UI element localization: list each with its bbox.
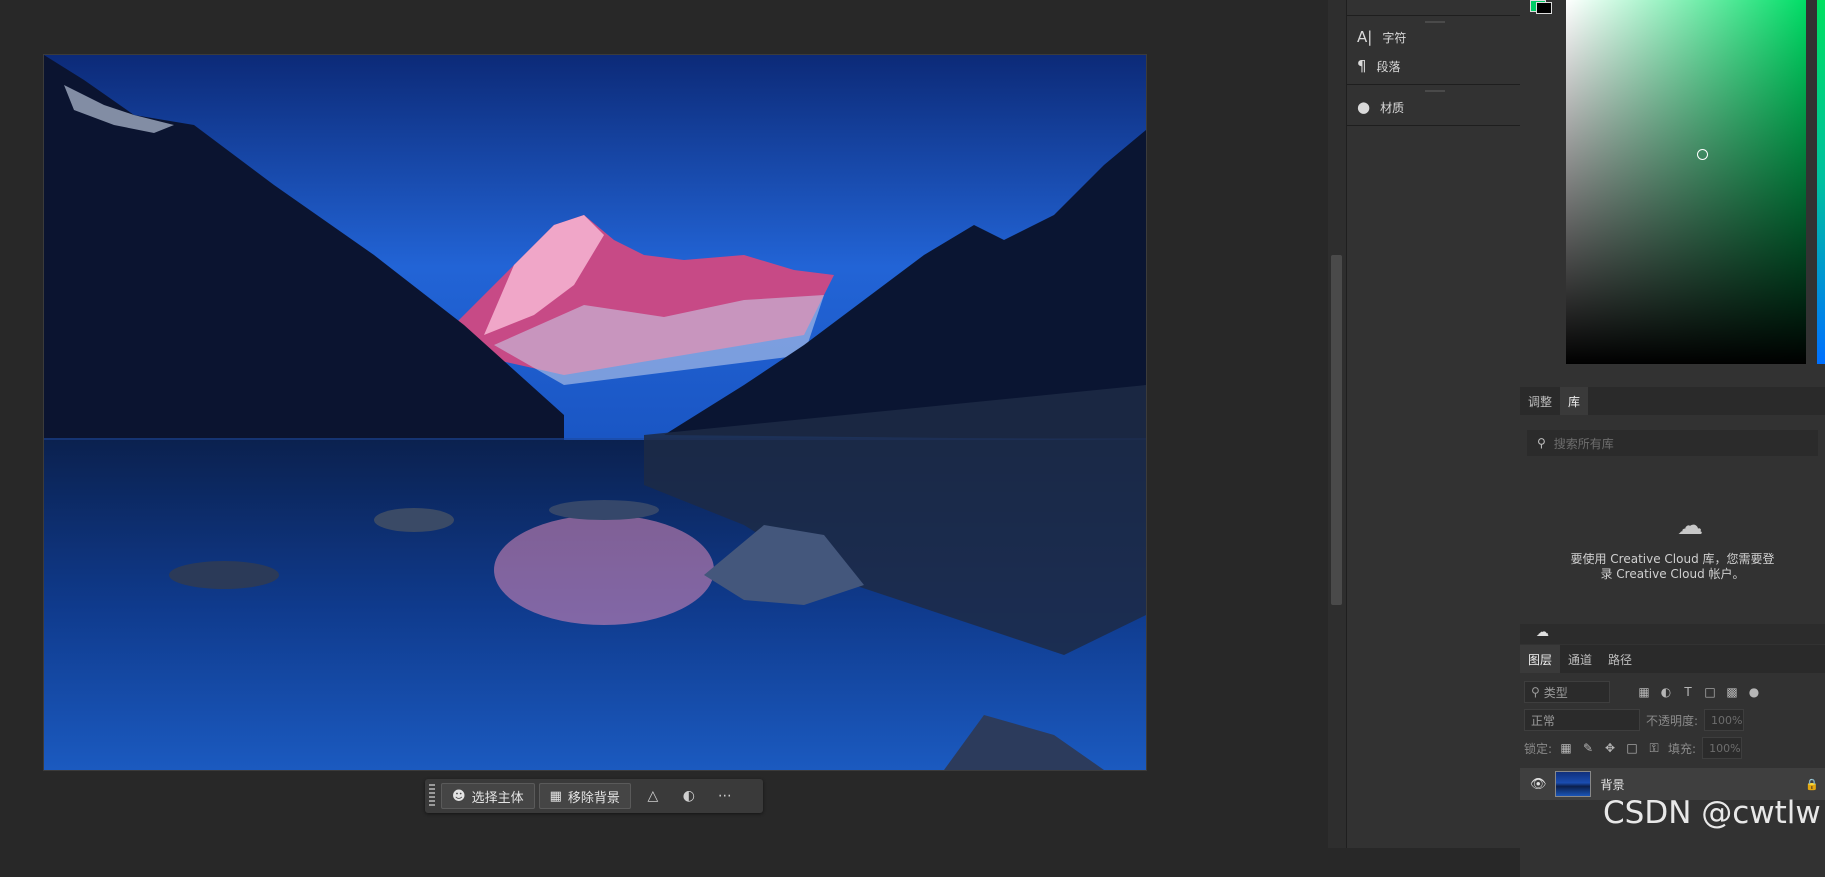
paragraph-label: 段落 (1376, 59, 1401, 74)
panel-dock: A| 字符 ¶ 段落 ● 材质 (1346, 0, 1522, 848)
right-panels: 调整 库 ⚲ 搜索所有库 ☁ 要使用 Creative Cloud 库，您需要登… (1520, 0, 1825, 877)
library-footer: ☁ (1520, 624, 1825, 644)
opacity-field[interactable]: 100% (1704, 709, 1745, 731)
canvas-area[interactable]: ☻ 选择主体 ▦ 移除背景 △ ◐ ⋯ (0, 0, 1328, 848)
adjustment-filter-icon[interactable]: ◐ (1658, 685, 1674, 699)
tab-channels[interactable]: 通道 (1560, 645, 1600, 673)
tab-paths[interactable]: 路径 (1600, 645, 1640, 673)
color-picker-field[interactable] (1566, 0, 1806, 364)
material-label: 材质 (1380, 100, 1405, 115)
background-color-swatch[interactable] (1536, 2, 1552, 14)
fill-field[interactable]: 100% (1702, 737, 1743, 759)
mountain-lake-photo (44, 55, 1146, 770)
creative-cloud-icon: ☁ (1677, 511, 1703, 541)
watermark-text: CSDN @cwtlw (1603, 795, 1821, 831)
divider (1347, 125, 1521, 126)
blend-mode-value: 正常 (1531, 713, 1556, 728)
message-line-2: 录 Creative Cloud 帐户。 (1600, 567, 1745, 581)
filter-toggle-icon[interactable]: ● (1746, 685, 1762, 699)
contextual-task-bar: ☻ 选择主体 ▦ 移除背景 △ ◐ ⋯ (425, 779, 763, 813)
adjust-library-tabs: 调整 库 (1520, 387, 1825, 415)
library-search-placeholder: 搜索所有库 (1553, 436, 1614, 451)
person-icon: ☻ (452, 788, 466, 804)
tab-layers[interactable]: 图层 (1520, 645, 1561, 673)
divider (1347, 84, 1521, 85)
layer-thumbnail (1554, 771, 1591, 797)
lock-row: 锁定: ▦ ✎ ✥ □ ⚿ 填充: 100% (1524, 737, 1821, 759)
transform-icon[interactable]: △ (635, 783, 671, 809)
library-signin-message: 要使用 Creative Cloud 库，您需要登 录 Creative Clo… (1520, 552, 1825, 582)
tab-libraries[interactable]: 库 (1560, 387, 1589, 415)
fill-value: 100% (1709, 741, 1741, 755)
adjustment-icon[interactable]: ◐ (671, 783, 707, 809)
layer-filter-row: ⚲ 类型 ▦ ◐ T □ ▩ ● (1524, 681, 1821, 703)
shape-filter-icon[interactable]: □ (1702, 685, 1718, 699)
libraries-panel: ⚲ 搜索所有库 ☁ 要使用 Creative Cloud 库，您需要登 录 Cr… (1520, 416, 1825, 626)
tab-adjustments[interactable]: 调整 (1520, 387, 1560, 415)
paragraph-icon: ¶ (1357, 57, 1367, 75)
type-filter-icon[interactable]: T (1680, 685, 1696, 699)
layer-filter-select[interactable]: ⚲ 类型 (1524, 681, 1610, 703)
lock-position-icon[interactable]: ✥ (1602, 741, 1618, 755)
message-line-1: 要使用 Creative Cloud 库，您需要登 (1570, 552, 1775, 566)
dock-item-character[interactable]: A| 字符 (1357, 28, 1406, 46)
opacity-label: 不透明度: (1646, 713, 1699, 728)
divider (1347, 15, 1521, 16)
select-subject-button[interactable]: ☻ 选择主体 (441, 783, 535, 809)
opacity-value: 100% (1711, 713, 1743, 727)
document-image[interactable] (43, 54, 1147, 771)
blend-row: 正常 不透明度: 100% (1524, 709, 1821, 731)
fill-label: 填充: (1668, 741, 1697, 756)
smart-object-filter-icon[interactable]: ▩ (1724, 685, 1740, 699)
layer-panel-tabs: 图层 通道 路径 (1520, 645, 1825, 673)
grab-handle[interactable] (1425, 90, 1445, 92)
more-icon[interactable]: ⋯ (707, 783, 743, 809)
drag-handle[interactable] (429, 784, 435, 808)
select-subject-label: 选择主体 (471, 790, 524, 806)
blend-mode-select[interactable]: 正常 (1524, 709, 1640, 731)
remove-background-label: 移除背景 (567, 790, 620, 806)
lock-transparency-icon[interactable]: ▦ (1558, 741, 1574, 755)
dock-item-paragraph[interactable]: ¶ 段落 (1357, 57, 1401, 75)
lock-artboard-icon[interactable]: □ (1624, 741, 1640, 755)
scrollbar-thumb[interactable] (1331, 255, 1342, 605)
remove-background-button[interactable]: ▦ 移除背景 (538, 783, 631, 809)
character-label: 字符 (1382, 30, 1407, 45)
layer-name: 背景 (1600, 777, 1625, 792)
lock-label: 锁定: (1524, 741, 1553, 756)
filter-kind-value: 类型 (1543, 685, 1568, 700)
pixel-filter-icon[interactable]: ▦ (1636, 685, 1652, 699)
grab-handle[interactable] (1425, 21, 1445, 23)
library-search-field[interactable]: ⚲ 搜索所有库 (1527, 430, 1818, 456)
layers-panel: ⚲ 类型 ▦ ◐ T □ ▩ ● 正常 不透明度: 100% 锁定: ▦ ✎ ✥… (1520, 673, 1825, 877)
image-icon: ▦ (549, 788, 562, 804)
lock-brush-icon[interactable]: ✎ (1580, 741, 1596, 755)
lock-all-icon[interactable]: ⚿ (1646, 741, 1662, 756)
hue-slider[interactable] (1817, 0, 1825, 364)
lock-icon: 🔒 (1805, 777, 1819, 791)
vertical-scrollbar[interactable] (1328, 0, 1346, 848)
visibility-eye-icon[interactable]: 👁 (1530, 777, 1547, 792)
search-icon: ⚲ (1537, 436, 1546, 450)
color-picker-cursor[interactable] (1697, 149, 1708, 160)
character-icon: A| (1357, 28, 1373, 46)
cloud-sync-icon[interactable]: ☁ (1536, 625, 1549, 640)
dock-item-material[interactable]: ● 材质 (1357, 98, 1404, 116)
search-icon: ⚲ (1531, 685, 1540, 699)
material-icon: ● (1357, 98, 1371, 116)
